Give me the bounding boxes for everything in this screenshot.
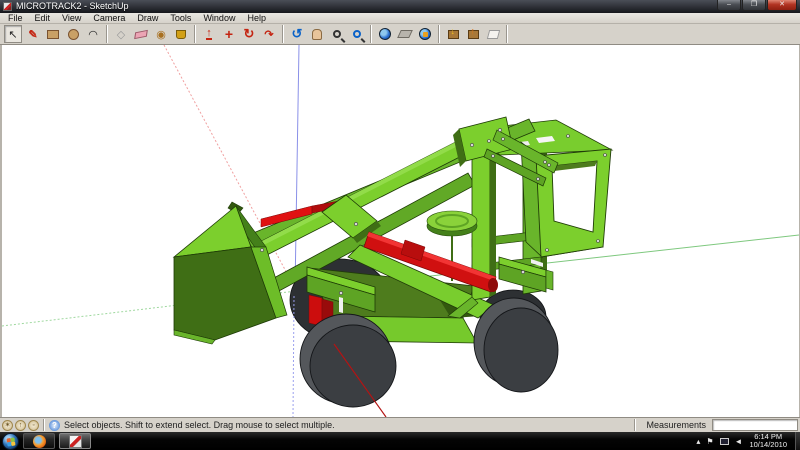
select-tool-button[interactable]: ↖ [4,25,22,43]
taskbar-sketchup-button[interactable] [59,433,91,449]
menu-help[interactable]: Help [241,13,272,24]
measurements-input[interactable] [712,419,798,431]
pan-hand-icon [312,28,322,40]
statusbar-separator [43,419,45,431]
zoom-tool-button[interactable] [328,25,346,43]
menu-draw[interactable]: Draw [131,13,164,24]
globe-icon [379,28,391,40]
title-bar: MICROTRACK2 - SketchUp – ❐ ✕ [0,0,800,13]
help-icon[interactable]: ? [49,419,60,431]
arc-icon: ◠ [88,28,98,41]
offset-tool-button[interactable]: ↷ [260,25,278,43]
paint-bucket-icon [176,29,186,39]
share-models-icon: ↑ [467,26,479,39]
taskbar-clock[interactable]: 6:14 PM 10/14/2010 [749,433,787,449]
taskbar-firefox-button[interactable] [23,433,55,449]
toolbar-separator [194,25,196,43]
terrain-icon [397,30,413,38]
toolbar-separator [282,25,284,43]
share-models-button[interactable]: ↑ [464,25,482,43]
minimize-button[interactable]: – [717,0,741,11]
zoom-extents-button[interactable] [348,25,366,43]
toolbar-separator [370,25,372,43]
move-tool-button[interactable]: + [220,25,238,43]
move-icon: + [224,26,234,42]
make-component-button[interactable]: ◇ [112,25,130,43]
menu-edit[interactable]: Edit [29,13,57,24]
statusbar-separator [634,419,637,431]
orbit-icon: ↺ [291,26,303,41]
rotate-tool-button[interactable]: ↻ [240,25,258,43]
orbit-tool-button[interactable]: ↺ [288,25,306,43]
geolocation-status-icon[interactable]: ✶ [2,419,13,431]
circle-icon [67,28,79,40]
menu-tools[interactable]: Tools [164,13,197,24]
model-canvas[interactable] [2,45,799,417]
system-tray: ▴ ⚑ ◄ 6:14 PM 10/14/2010 [693,432,800,450]
desktop: MICROTRACK2 - SketchUp – ❐ ✕ File Edit V… [0,0,800,450]
rotate-icon: ↻ [243,26,255,41]
toolbar-separator [438,25,440,43]
get-current-view-button[interactable] [376,25,394,43]
toggle-terrain-button[interactable] [396,25,414,43]
google-earth-icon [419,28,431,40]
speaker-icon[interactable]: ◄ [735,437,743,446]
window-title: MICROTRACK2 - SketchUp [16,1,129,11]
model-viewport[interactable] [0,45,800,417]
rectangle-icon [47,29,59,39]
get-models-icon: ↓ [447,26,459,39]
windows-taskbar: ▴ ⚑ ◄ 6:14 PM 10/14/2010 [0,432,800,450]
clock-date: 10/14/2010 [749,440,787,449]
claim-credit-status-icon[interactable]: ↑ [15,419,26,431]
status-bar: ✶ ↑ ◦ ? Select objects. Shift to extend … [0,417,800,432]
toolbar-separator [506,25,508,43]
get-models-button[interactable]: ↓ [444,25,462,43]
status-message: Select objects. Shift to extend select. … [64,420,335,430]
windows-flag-icon [6,437,15,446]
tape-measure-icon: ◉ [156,28,166,41]
pan-tool-button[interactable] [308,25,326,43]
paint-bucket-button[interactable] [172,25,190,43]
tape-measure-button[interactable]: ◉ [152,25,170,43]
close-button[interactable]: ✕ [767,0,797,11]
show-hidden-icons-button[interactable]: ▴ [696,437,700,446]
component-icon: ◇ [116,28,126,41]
menu-view[interactable]: View [56,13,87,24]
sketchup-icon [68,434,82,448]
push-pull-button[interactable]: ↑ [200,25,218,43]
sketchup-app-icon [3,2,12,11]
line-tool-button[interactable]: ✎ [24,25,42,43]
offset-icon: ↷ [264,28,274,41]
menu-window[interactable]: Window [197,13,241,24]
maximize-button[interactable]: ❐ [742,0,766,11]
network-icon[interactable] [719,437,729,445]
toolbar-separator [106,25,108,43]
signin-status-icon[interactable]: ◦ [28,419,39,431]
firefox-icon [32,434,46,448]
show-desktop-button[interactable] [795,432,800,450]
rectangle-tool-button[interactable] [44,25,62,43]
share-component-button[interactable] [484,25,502,43]
magnifier-icon [333,30,341,38]
circle-tool-button[interactable] [64,25,82,43]
action-center-flag-icon[interactable]: ⚑ [706,437,713,446]
component-box-icon [486,29,500,39]
measurements-label: Measurements [646,420,706,430]
toolbar: ↖ ✎ ◠ ◇ ◉ ↑ + ↻ ↷ ↺ ↓ ↑ [0,24,800,45]
zoom-extents-icon [353,30,361,38]
arc-tool-button[interactable]: ◠ [84,25,102,43]
menu-camera[interactable]: Camera [87,13,131,24]
place-model-button[interactable] [416,25,434,43]
menu-file[interactable]: File [2,13,29,24]
eraser-icon [134,29,148,39]
start-button[interactable] [2,432,19,450]
pencil-icon: ✎ [28,28,38,41]
select-arrow-icon: ↖ [8,28,18,41]
push-pull-icon: ↑ [206,27,212,40]
menu-bar: File Edit View Camera Draw Tools Window … [0,13,800,24]
eraser-tool-button[interactable] [132,25,150,43]
